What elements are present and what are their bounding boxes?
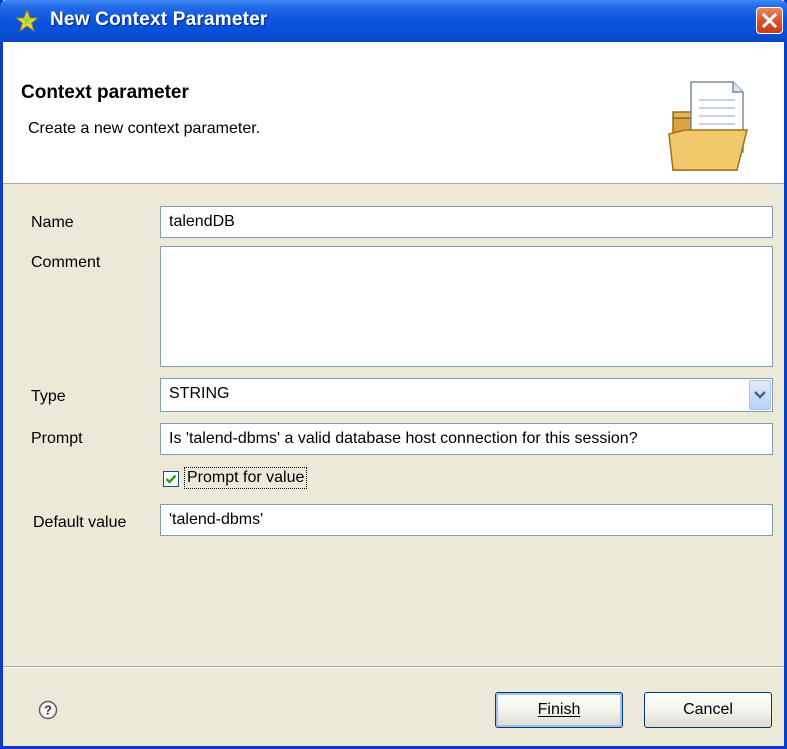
dialog-window: New Context Parameter Context parameter … bbox=[0, 0, 787, 749]
type-value: STRING bbox=[169, 385, 230, 402]
default-value-label: Default value bbox=[33, 514, 127, 531]
name-label: Name bbox=[31, 214, 74, 231]
banner-title: Context parameter bbox=[21, 82, 189, 103]
type-label: Type bbox=[31, 388, 66, 405]
default-value-field[interactable]: 'talend-dbms' bbox=[160, 504, 773, 536]
cancel-button[interactable]: Cancel bbox=[644, 692, 772, 728]
close-x-icon bbox=[761, 12, 778, 29]
help-icon[interactable]: ? bbox=[38, 700, 58, 720]
comment-label: Comment bbox=[31, 254, 101, 271]
prompt-for-value-label[interactable]: Prompt for value bbox=[183, 467, 308, 489]
context-star-icon bbox=[14, 8, 40, 33]
chevron-down-icon bbox=[754, 391, 766, 399]
prompt-value: Is 'talend-dbms' a valid database host c… bbox=[169, 430, 638, 447]
title-bar[interactable]: New Context Parameter bbox=[0, 0, 787, 42]
folder-document-icon bbox=[668, 81, 748, 171]
finish-button[interactable]: Finish bbox=[495, 692, 623, 728]
checkmark-icon bbox=[165, 474, 177, 484]
dropdown-button[interactable] bbox=[749, 380, 771, 410]
header-banner: Context parameter Create a new context p… bbox=[3, 42, 784, 184]
prompt-for-value-checkbox[interactable] bbox=[163, 471, 179, 487]
name-field[interactable]: talendDB bbox=[160, 206, 773, 238]
svg-text:?: ? bbox=[44, 703, 52, 718]
close-button[interactable] bbox=[756, 7, 783, 34]
comment-textarea[interactable] bbox=[160, 246, 773, 367]
type-select[interactable]: STRING bbox=[160, 378, 773, 412]
default-value: 'talend-dbms' bbox=[169, 511, 264, 528]
prompt-field[interactable]: Is 'talend-dbms' a valid database host c… bbox=[160, 423, 773, 455]
cancel-label: Cancel bbox=[683, 701, 733, 718]
name-value: talendDB bbox=[169, 213, 235, 230]
banner-description: Create a new context parameter. bbox=[28, 120, 261, 137]
finish-label: Finish bbox=[537, 701, 581, 718]
window-title: New Context Parameter bbox=[50, 9, 268, 30]
prompt-label: Prompt bbox=[31, 430, 83, 447]
footer-separator bbox=[3, 666, 784, 668]
